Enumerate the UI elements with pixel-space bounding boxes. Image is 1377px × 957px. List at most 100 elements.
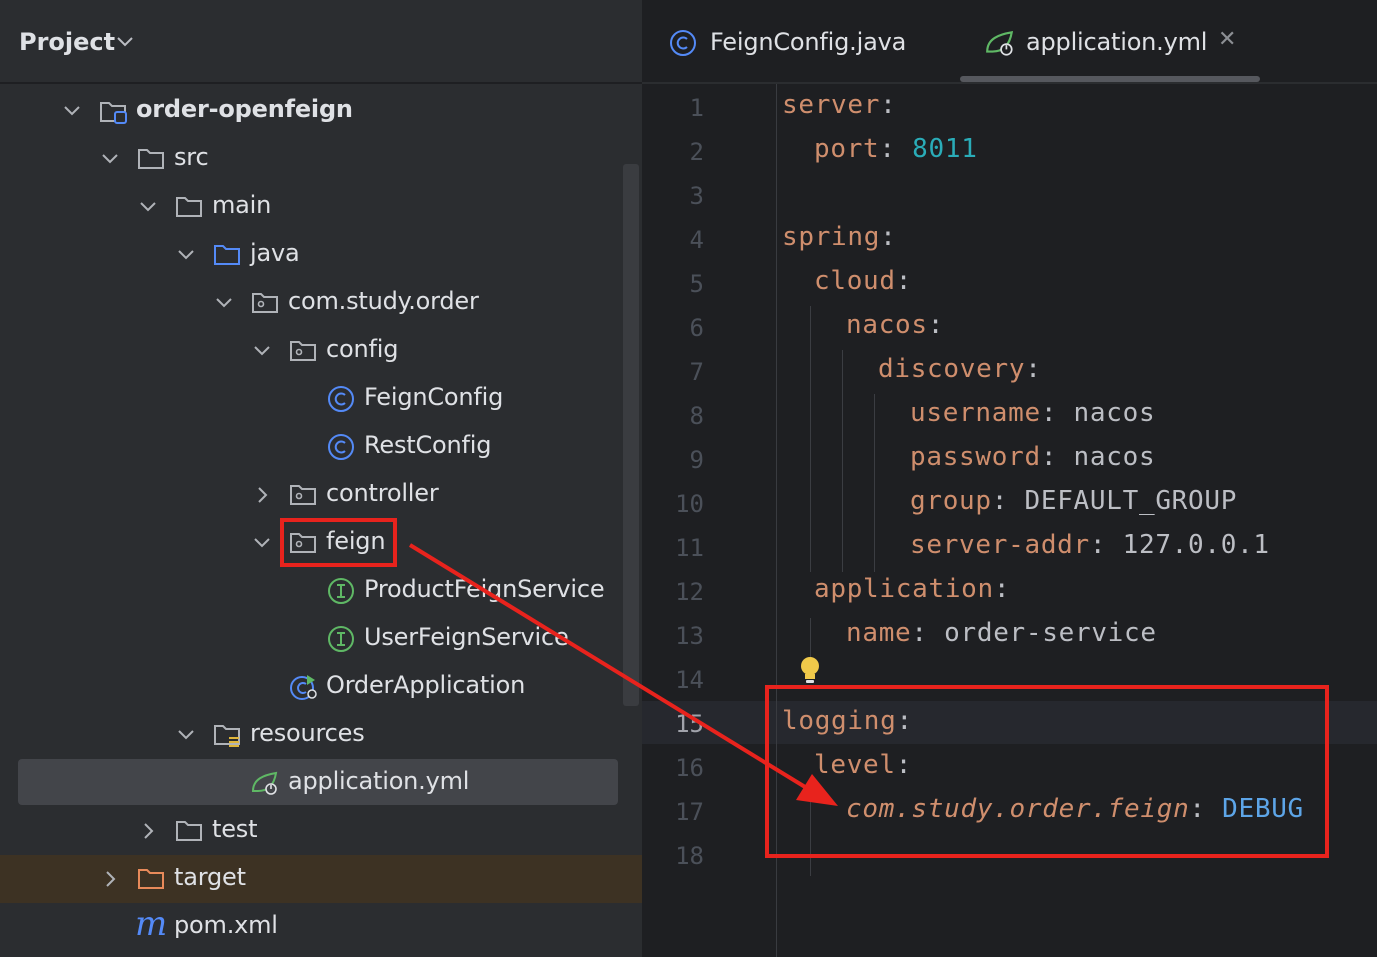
tree-item-target[interactable]: target [0, 855, 642, 903]
tree-item-label: ProductFeignService [364, 575, 605, 603]
close-tab-icon[interactable]: ✕ [1218, 27, 1236, 52]
line-number: 17 [675, 798, 704, 826]
line-number: 9 [689, 446, 704, 474]
tree-item-productfeignservice[interactable]: ProductFeignService [0, 567, 642, 615]
yaml-key: discovery [878, 354, 1026, 384]
yaml-value: order-service [944, 618, 1157, 648]
tree-item-order-openfeign[interactable]: order-openfeign [0, 87, 642, 135]
maven-icon: m [135, 904, 168, 944]
code-line-9: password: nacos [910, 442, 1155, 472]
highlight-box-logging [765, 685, 1329, 858]
code-line-1: server: [782, 90, 896, 120]
tree-item-label: controller [326, 479, 439, 507]
tree-item-config[interactable]: config [0, 327, 642, 375]
tree-item-controller[interactable]: controller [0, 471, 642, 519]
yaml-colon: : [880, 222, 897, 252]
line-number: 15 [675, 710, 704, 738]
line-number: 18 [675, 842, 704, 870]
spring-boot-class-icon [290, 675, 317, 700]
line-number: 1 [689, 94, 704, 122]
code-line-6: nacos: [846, 310, 944, 340]
tree-item-main[interactable]: main [0, 183, 642, 231]
chevron-right-icon[interactable] [100, 869, 120, 889]
tree-item-label: target [174, 863, 246, 891]
chevron-down-icon[interactable] [100, 149, 120, 169]
tree-scrollbar[interactable] [623, 164, 639, 706]
chevron-down-icon[interactable] [252, 341, 272, 361]
yaml-value: 127.0.0.1 [1122, 530, 1270, 560]
yaml-colon: : [895, 266, 913, 296]
tree-item-label: RestConfig [364, 431, 492, 459]
tree-item-label: java [250, 239, 300, 267]
tree-item-test[interactable]: test [0, 807, 642, 855]
chevron-right-icon[interactable] [252, 485, 272, 505]
yaml-key: spring [782, 222, 881, 252]
project-tree: order-openfeign src main java com.study.… [0, 0, 642, 957]
package-icon [252, 293, 278, 313]
chevron-down-icon[interactable] [214, 293, 234, 313]
class-icon [670, 30, 696, 56]
tree-item-label: FeignConfig [364, 383, 504, 411]
class-icon [328, 386, 354, 412]
line-number: 14 [675, 666, 704, 694]
code-line-10: group: DEFAULT_GROUP [910, 486, 1237, 516]
tab-label: FeignConfig.java [710, 28, 907, 56]
tree-item-feignconfig[interactable]: FeignConfig [0, 375, 642, 423]
tree-item-userfeignservice[interactable]: UserFeignService [0, 615, 642, 663]
tree-item-src[interactable]: src [0, 135, 642, 183]
line-number: 12 [675, 578, 704, 606]
folder-icon [176, 821, 202, 841]
chevron-down-icon[interactable] [176, 245, 196, 265]
package-icon [290, 485, 316, 505]
project-panel: Project order-openfeign src main java co… [0, 0, 642, 957]
tree-item-restconfig[interactable]: RestConfig [0, 423, 642, 471]
yaml-key: username [910, 398, 1041, 428]
tree-item-label: OrderApplication [326, 671, 526, 699]
yaml-colon: : [993, 574, 1011, 604]
chevron-down-icon[interactable] [252, 533, 272, 553]
tab-feignconfig-java[interactable]: FeignConfig.java [666, 0, 956, 84]
yaml-colon: : [879, 134, 896, 164]
tree-item-label: application.yml [288, 767, 470, 795]
line-number: 3 [689, 182, 704, 210]
tab-application-yml[interactable]: application.yml ✕ [984, 0, 1264, 84]
yaml-colon: : [991, 486, 1009, 516]
line-number: 7 [689, 358, 704, 386]
tree-item-label: config [326, 335, 399, 363]
yaml-colon: : [911, 618, 928, 648]
tree-item-orderapplication[interactable]: OrderApplication [0, 663, 642, 711]
chevron-down-icon[interactable] [176, 725, 196, 745]
module-folder-icon [100, 102, 127, 124]
lightbulb-icon[interactable] [799, 656, 821, 686]
folder-icon [176, 197, 202, 217]
tree-item-resources[interactable]: resources [0, 711, 642, 759]
tab-label: application.yml [1026, 28, 1208, 56]
line-number: 4 [689, 226, 704, 254]
yaml-key: nacos [846, 310, 928, 340]
chevron-down-icon[interactable] [138, 197, 158, 217]
line-number: 6 [689, 314, 704, 342]
tree-item-label: src [174, 143, 209, 171]
line-number: 2 [689, 138, 704, 166]
excluded-folder-icon [138, 869, 164, 889]
tree-item-java[interactable]: java [0, 231, 642, 279]
code-line-13: name: order-service [846, 618, 1157, 648]
yaml-key: application [814, 574, 994, 604]
tree-item-pom-xml[interactable]: m pom.xml [0, 903, 642, 951]
spring-yml-icon [251, 771, 278, 795]
code-line-2: port: 8011 [814, 134, 978, 164]
line-number: 8 [689, 402, 704, 430]
tree-item-com-study-order[interactable]: com.study.order [0, 279, 642, 327]
spring-yml-icon [986, 31, 1014, 56]
tree-item-label: main [212, 191, 272, 219]
tree-item-application-yml[interactable]: application.yml [18, 759, 618, 805]
line-number: 10 [675, 490, 704, 518]
code-line-4: spring: [782, 222, 896, 252]
code-line-11: server-addr: 127.0.0.1 [910, 530, 1270, 560]
chevron-down-icon[interactable] [62, 101, 82, 121]
highlight-box-feign [280, 518, 397, 567]
yaml-key: cloud [814, 266, 896, 296]
chevron-right-icon[interactable] [138, 821, 158, 841]
yaml-value: nacos [1073, 442, 1156, 472]
folder-icon [138, 149, 164, 169]
